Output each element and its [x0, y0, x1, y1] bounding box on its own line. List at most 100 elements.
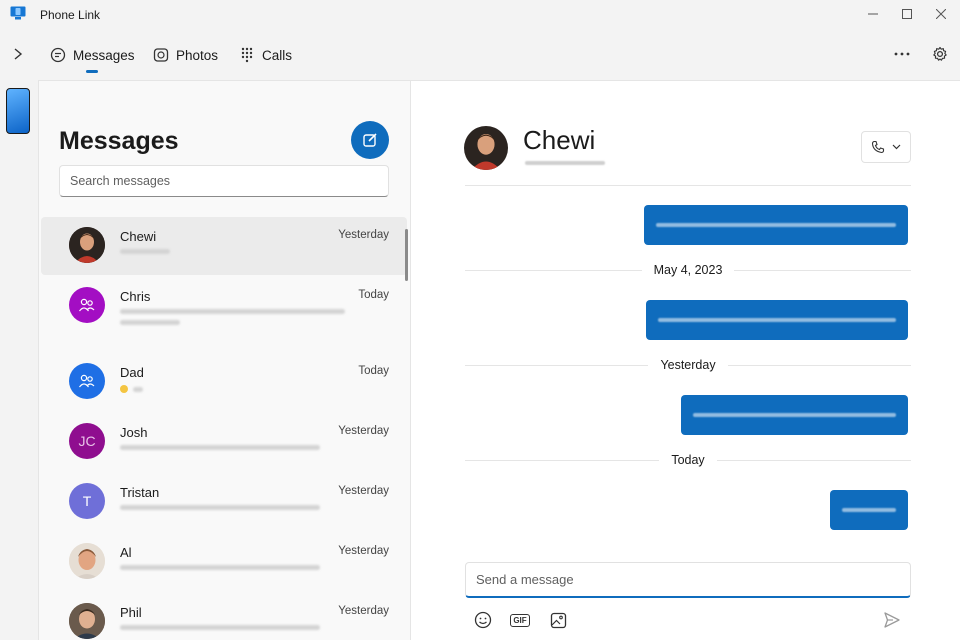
send-button[interactable] [881, 609, 903, 631]
conversation-name: Chris [120, 289, 151, 304]
search-messages-input[interactable] [59, 165, 389, 197]
compose-icon [363, 133, 377, 147]
message-bubble-redacted[interactable] [681, 395, 908, 435]
message-bubble-redacted[interactable] [646, 300, 908, 340]
conversation-preview-redacted [120, 249, 360, 260]
close-icon [936, 9, 946, 19]
tab-messages[interactable]: Messages [50, 42, 135, 68]
avatar-initials: JC [78, 433, 96, 449]
call-button[interactable] [861, 131, 911, 163]
contact-avatar[interactable] [464, 126, 508, 170]
window-title: Phone Link [40, 8, 101, 22]
dialpad-icon [239, 47, 255, 63]
avatar: JC [69, 423, 105, 459]
conversation-time: Today [358, 365, 389, 377]
tab-messages-label: Messages [73, 47, 135, 63]
more-icon [894, 52, 910, 56]
conversation-preview-redacted [120, 625, 360, 636]
maximize-button[interactable] [890, 0, 924, 28]
conversation-preview-redacted [120, 565, 360, 576]
contact-photo-icon [69, 603, 105, 639]
gif-button[interactable]: GIF [509, 609, 531, 631]
contact-subtitle-redacted [525, 161, 605, 165]
avatar-initials: T [82, 493, 92, 509]
conversation-phil[interactable]: Phil Yesterday [41, 593, 407, 640]
gear-icon [933, 46, 947, 61]
title-bar: Phone Link [0, 0, 960, 28]
group-icon [79, 298, 95, 312]
chevron-down-icon [892, 144, 901, 150]
conversation-list-scrollbar[interactable] [405, 229, 408, 281]
conversation-time: Yesterday [338, 485, 389, 497]
conversation-name: Tristan [120, 485, 160, 500]
nav-bar: Messages Photos Calls [0, 28, 960, 80]
tab-photos[interactable]: Photos [153, 42, 218, 68]
image-icon [550, 612, 566, 628]
gif-icon: GIF [510, 613, 530, 627]
conversation-name: Phil [120, 605, 142, 620]
group-icon [79, 374, 95, 388]
emoji-icon [474, 611, 492, 629]
conversation-time: Yesterday [338, 425, 389, 437]
send-message-input[interactable] [465, 562, 911, 598]
tab-calls[interactable]: Calls [239, 42, 292, 68]
message-bubble-redacted[interactable] [830, 490, 908, 530]
emoji-button[interactable] [472, 609, 494, 631]
date-separator: Yesterday [465, 356, 912, 374]
more-options-button[interactable] [890, 42, 914, 66]
panel-title: Messages [59, 127, 179, 155]
date-separator: May 4, 2023 [465, 261, 912, 279]
date-label: Yesterday [660, 358, 716, 372]
tab-photos-label: Photos [176, 47, 219, 63]
conversation-chewi[interactable]: Chewi Yesterday [41, 217, 407, 275]
conversation-time: Yesterday [338, 229, 389, 241]
date-label: Today [671, 453, 705, 467]
date-label: May 4, 2023 [653, 263, 723, 277]
avatar [69, 543, 105, 579]
new-message-button[interactable] [351, 121, 389, 159]
conversation-list: Chewi Yesterday Chris Today Dad Today JC… [39, 215, 411, 640]
conversation-time: Yesterday [338, 605, 389, 617]
avatar [69, 227, 105, 263]
settings-button[interactable] [928, 42, 952, 66]
device-strip [0, 80, 38, 640]
active-tab-indicator [86, 70, 98, 73]
messages-panel: Messages Chewi Yesterday [38, 80, 410, 640]
avatar [69, 603, 105, 639]
contact-name: Chewi [523, 125, 596, 155]
conversation-name: Chewi [120, 229, 157, 244]
conversation-josh[interactable]: JC Josh Yesterday [41, 413, 407, 471]
conversation-dad[interactable]: Dad Today [41, 353, 407, 411]
expand-sidebar-button[interactable] [8, 44, 28, 64]
photos-icon [153, 47, 169, 63]
conversation-preview-redacted [120, 309, 360, 331]
conversation-chris[interactable]: Chris Today [41, 277, 407, 335]
message-bubble-redacted[interactable] [644, 205, 908, 245]
conversation-name: Dad [120, 365, 144, 380]
close-button[interactable] [924, 0, 958, 28]
date-separator: Today [465, 451, 912, 469]
contact-photo-icon [464, 126, 508, 170]
minimize-button[interactable] [856, 0, 890, 28]
chevron-right-icon [14, 48, 23, 60]
conversation-preview-redacted [120, 445, 360, 456]
phone-icon [871, 140, 885, 154]
avatar: T [69, 483, 105, 519]
avatar [69, 287, 105, 323]
phone-device-thumbnail[interactable] [6, 88, 30, 134]
conversation-time: Yesterday [338, 545, 389, 557]
contact-photo-icon [69, 227, 105, 263]
conversation-preview-redacted [120, 505, 360, 516]
conversation-time: Today [358, 289, 389, 301]
chat-bubble-icon [50, 47, 66, 63]
conversation-preview-redacted [120, 385, 360, 393]
conversation-panel: Chewi May 4, 2023 Yesterday Today GIF [410, 80, 960, 640]
attach-image-button[interactable] [547, 609, 569, 631]
conversation-name: Josh [120, 425, 148, 440]
send-icon [884, 612, 900, 628]
phone-link-app-icon [10, 6, 26, 20]
tab-calls-label: Calls [262, 47, 293, 63]
conversation-al[interactable]: Al Yesterday [41, 533, 407, 591]
conversation-tristan[interactable]: T Tristan Yesterday [41, 473, 407, 531]
avatar [69, 363, 105, 399]
